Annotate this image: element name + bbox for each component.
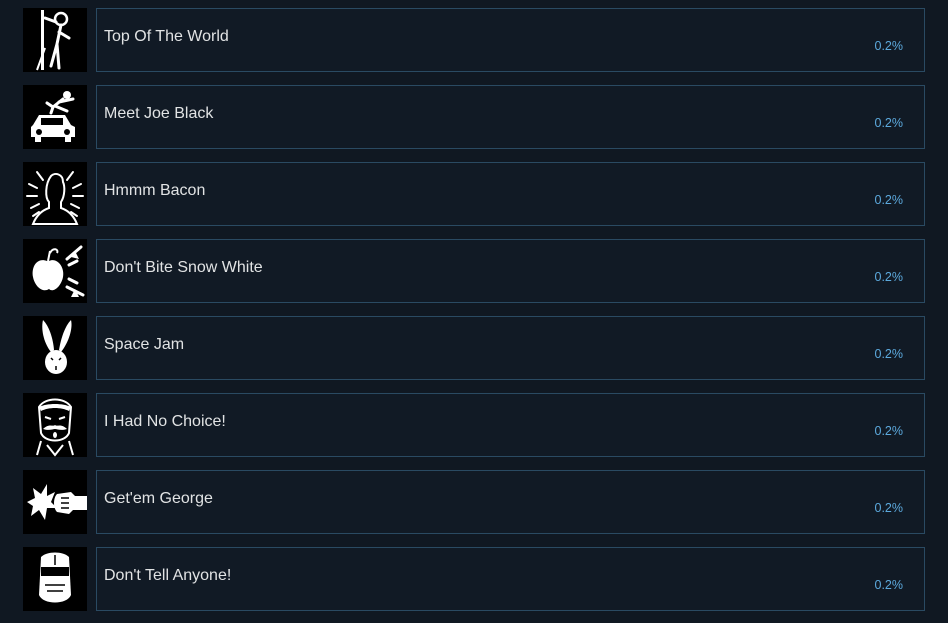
achievement-panel: Get'em George 0.2%	[96, 470, 925, 534]
achievement-row[interactable]: Get'em George 0.2%	[0, 470, 948, 536]
achievement-percent: 0.2%	[874, 270, 904, 284]
achievement-panel: Don't Bite Snow White 0.2%	[96, 239, 925, 303]
achievement-panel: Space Jam 0.2%	[96, 316, 925, 380]
achievement-row[interactable]: Don't Tell Anyone! 0.2%	[0, 547, 948, 613]
achievement-name: I Had No Choice!	[104, 413, 226, 430]
achievement-name: Don't Bite Snow White	[104, 259, 263, 276]
pole-climber-icon	[23, 8, 87, 72]
achievement-panel: Don't Tell Anyone! 0.2%	[96, 547, 925, 611]
achievement-name: Get'em George	[104, 490, 213, 507]
achievement-panel: Meet Joe Black 0.2%	[96, 85, 925, 149]
achievement-percent: 0.2%	[874, 501, 904, 515]
achievement-row[interactable]: Space Jam 0.2%	[0, 316, 948, 382]
achievement-percent: 0.2%	[874, 193, 904, 207]
achievement-percent: 0.2%	[874, 39, 904, 53]
achievement-row[interactable]: I Had No Choice! 0.2%	[0, 393, 948, 459]
achievement-row[interactable]: Top Of The World 0.2%	[0, 8, 948, 74]
achievement-name: Don't Tell Anyone!	[104, 567, 232, 584]
achievement-name: Top Of The World	[104, 28, 229, 45]
poison-apple-icon	[23, 239, 87, 303]
achievement-percent: 0.2%	[874, 578, 904, 592]
achievement-percent: 0.2%	[874, 347, 904, 361]
achievement-panel: Hmmm Bacon 0.2%	[96, 162, 925, 226]
achievement-percent: 0.2%	[874, 424, 904, 438]
achievement-name: Space Jam	[104, 336, 185, 353]
achievement-panel: I Had No Choice! 0.2%	[96, 393, 925, 457]
car-crash-icon	[23, 85, 87, 149]
achievement-row[interactable]: Hmmm Bacon 0.2%	[0, 162, 948, 228]
achievement-percent: 0.2%	[874, 116, 904, 130]
robot-helmet-icon	[23, 547, 87, 611]
achievement-name: Meet Joe Black	[104, 105, 214, 122]
achievement-list: Top Of The World 0.2% Meet Joe Black 0.2…	[0, 0, 948, 623]
bunny-ears-icon	[23, 316, 87, 380]
achievement-row[interactable]: Meet Joe Black 0.2%	[0, 85, 948, 151]
sniffing-head-icon	[23, 162, 87, 226]
achievement-row[interactable]: Don't Bite Snow White 0.2%	[0, 239, 948, 305]
punch-fist-icon	[23, 470, 87, 534]
achievement-panel: Top Of The World 0.2%	[96, 8, 925, 72]
achievement-name: Hmmm Bacon	[104, 182, 206, 199]
mustache-man-icon	[23, 393, 87, 457]
